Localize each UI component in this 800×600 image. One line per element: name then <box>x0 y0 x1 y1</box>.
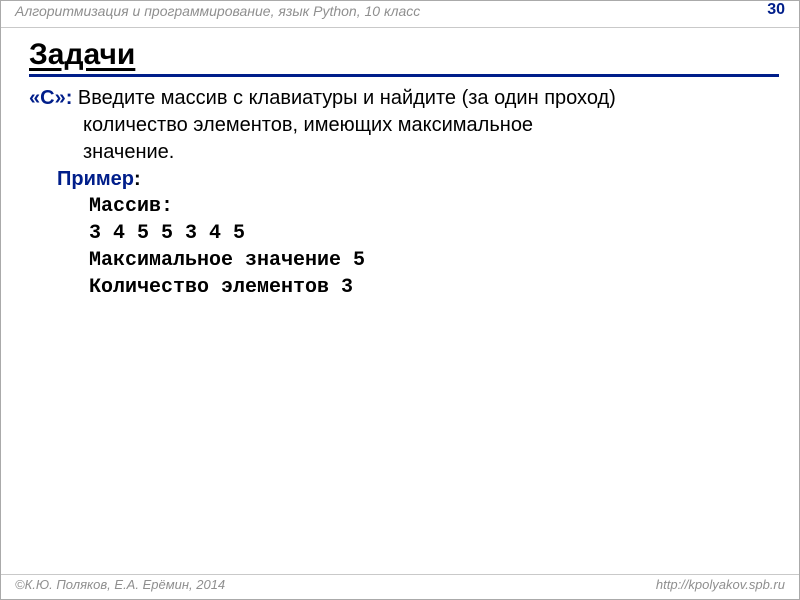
footer-copyright-icon: © <box>15 577 25 592</box>
example-line-1: Массив: <box>89 193 779 220</box>
task-text-1: Введите массив с клавиатуры и найдите (з… <box>72 87 616 109</box>
top-bar: Алгоритмизация и программирование, язык … <box>1 1 799 28</box>
example-line-4: Количество элементов 3 <box>89 274 779 301</box>
footer-url: http://kpolyakov.spb.ru <box>656 577 785 592</box>
footer-authors: К.Ю. Поляков, Е.А. Ерёмин, 2014 <box>25 577 226 592</box>
example-line-3: Максимальное значение 5 <box>89 247 779 274</box>
example-line-2: 3 4 5 5 3 4 5 <box>89 220 779 247</box>
example-colon: : <box>134 168 141 190</box>
slide-title: Задачи <box>29 38 779 77</box>
footer: ©К.Ю. Поляков, Е.А. Ерёмин, 2014 http://… <box>1 574 799 599</box>
slide-body: «C»: Введите массив с клавиатуры и найди… <box>29 85 779 301</box>
task-text-3: значение. <box>83 139 779 166</box>
page-number: 30 <box>767 1 785 19</box>
task-line-1: «C»: Введите массив с клавиатуры и найди… <box>29 85 779 112</box>
slide: Алгоритмизация и программирование, язык … <box>0 0 800 600</box>
example-label: Пример <box>57 168 134 190</box>
course-title: Алгоритмизация и программирование, язык … <box>15 3 420 19</box>
example-heading: Пример: <box>29 166 779 193</box>
task-label: «C»: <box>29 87 72 109</box>
task-text-2: количество элементов, имеющих максимальн… <box>83 112 779 139</box>
